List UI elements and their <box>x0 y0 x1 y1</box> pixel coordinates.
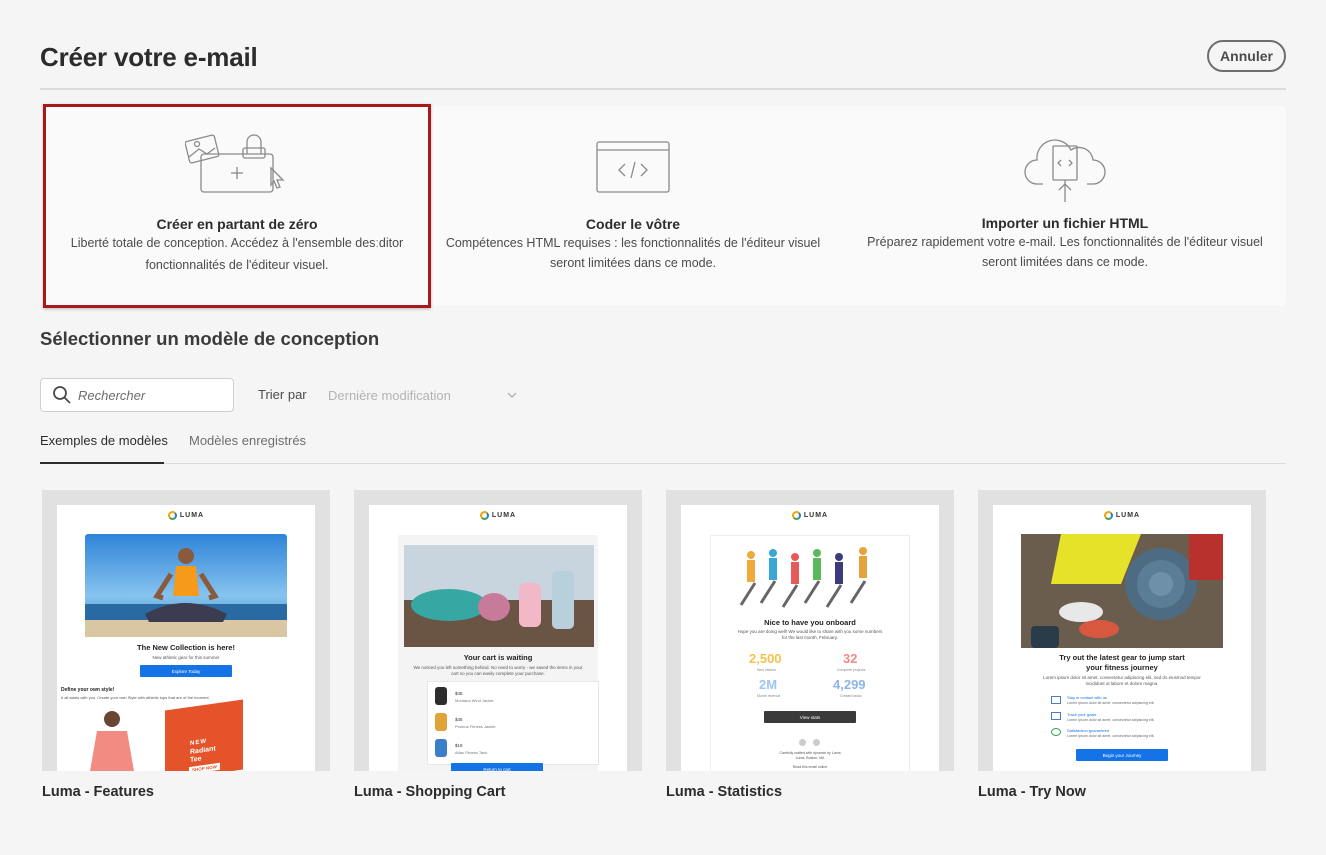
option-title: Créer en partant de zéro <box>156 216 318 232</box>
template-name: Luma - Try Now <box>978 784 1086 800</box>
stat-value: 2M <box>759 677 778 692</box>
search-icon <box>53 386 71 404</box>
stat-label: Created tasks <box>840 694 862 698</box>
template-thumbnail[interactable]: LUMA Try out the latest gear to jump sta… <box>978 490 1266 771</box>
cloud-upload-icon <box>1024 139 1106 202</box>
template-name: Luma - Features <box>42 784 154 800</box>
stat-label: Month revenue <box>757 694 781 698</box>
tshirt-model-image <box>90 711 134 771</box>
stat-value: 32 <box>843 651 858 666</box>
creation-options: Créer en partant de zéro Liberté totale … <box>40 104 1286 308</box>
email-cta: Return to cart <box>451 763 543 771</box>
search-input[interactable] <box>78 387 228 403</box>
option-import-html[interactable]: Importer un fichier HTML Préparez rapide… <box>850 106 1280 306</box>
email-subline: New athletic gear for this summer <box>152 655 220 660</box>
stat-label: Complete projects <box>837 668 866 672</box>
stat-label: New visitors <box>757 668 776 672</box>
stat-value: 2,500 <box>749 651 782 666</box>
template-name: Luma - Shopping Cart <box>354 784 506 800</box>
option-description: Compétences HTML requises : les fonction… <box>445 236 821 250</box>
email-preview: LUMA The New Collection is here! New ath… <box>57 505 315 771</box>
email-headline: The New Collection is here! <box>137 643 235 652</box>
option-title: Coder le vôtre <box>585 216 681 232</box>
email-headline: Your cart is waiting <box>463 653 533 662</box>
template-card-features[interactable]: LUMA The New Collection is here! New ath… <box>42 490 330 800</box>
option-description: fonctionnalités de l'éditeur visuel. <box>145 258 329 272</box>
template-thumbnail[interactable]: LUMA The New Collection is here! New ath… <box>42 490 330 771</box>
option-description: Préparez rapidement votre e-mail. Les fo… <box>867 235 1263 249</box>
email-cta: Explore Today <box>140 665 232 677</box>
option-description: seront limitées dans ce mode. <box>981 255 1149 269</box>
email-subline: We noticed you left something behind. No… <box>413 665 583 676</box>
luma-logo: LUMA <box>369 511 627 520</box>
email-headline: your fitness journey <box>1086 663 1158 672</box>
tabs-divider <box>40 463 1286 464</box>
page-title: Créer votre e-mail <box>40 42 258 72</box>
section-title: Sélectionner un modèle de conception <box>40 328 380 349</box>
luma-logo: LUMA <box>57 511 315 520</box>
template-card-shopping-cart[interactable]: LUMA Your cart is waiting We noticed you… <box>354 490 642 800</box>
luma-logo: LUMA <box>681 511 939 520</box>
header-divider <box>40 88 1286 90</box>
design-canvas-icon <box>185 134 285 193</box>
email-subline: Lorem ipsum dolor sit amet, consectetur … <box>1043 675 1201 686</box>
sort-value: Dernière modification <box>328 387 451 403</box>
option-title: Importer un fichier HTML <box>981 215 1149 231</box>
template-name: Luma - Statistics <box>666 784 783 800</box>
tab-sample-templates[interactable]: Exemples de modèles <box>40 433 168 448</box>
option-code-your-own[interactable]: Coder le vôtre Compétences HTML requises… <box>438 106 828 306</box>
promo-banner: NEW Radiant Tee SHOP NOW <box>165 699 243 771</box>
stat-value: 4,299 <box>833 677 866 692</box>
sort-dropdown[interactable]: Dernière modification <box>328 384 518 406</box>
template-card-try-now[interactable]: LUMA Try out the latest gear to jump sta… <box>978 490 1266 800</box>
option-description: Liberté totale de conception. Accédez à … <box>70 236 404 250</box>
code-window-icon <box>596 141 670 193</box>
email-preview: LUMA Try out the latest gear to jump sta… <box>993 505 1251 771</box>
template-thumbnail[interactable]: LUMA Your cart is waiting We noticed you… <box>354 490 642 771</box>
create-email-dialog: Créer votre e-mail Annuler Créer en part… <box>0 0 1326 855</box>
active-tab-indicator <box>40 462 164 464</box>
email-preview: LUMA Nice to have you onboard Hope you a… <box>681 505 939 771</box>
cancel-button[interactable]: Annuler <box>1207 40 1286 72</box>
search-field[interactable] <box>40 378 234 412</box>
email-headline: Nice to have you onboard <box>764 618 856 627</box>
email-section-head: Define your own style! <box>61 687 115 693</box>
fitness-gear-image <box>1021 534 1223 648</box>
runners-illustration <box>739 547 867 608</box>
email-section-text: It all starts with you. Create your own … <box>61 695 209 700</box>
email-cta: View stats <box>764 711 856 723</box>
sort-label: Trier par <box>258 387 307 402</box>
yoga-mats-image <box>404 545 594 647</box>
email-headline: Try out the latest gear to jump start <box>1059 653 1185 662</box>
email-cta: Begin your Journey <box>1076 749 1168 761</box>
option-create-from-scratch[interactable]: Créer en partant de zéro Liberté totale … <box>43 104 431 308</box>
template-thumbnail[interactable]: LUMA Nice to have you onboard Hope you a… <box>666 490 954 771</box>
template-card-statistics[interactable]: LUMA Nice to have you onboard Hope you a… <box>666 490 954 800</box>
chevron-down-icon <box>507 392 517 398</box>
template-tabs: Exemples de modèles Modèles enregistrés <box>40 432 1286 466</box>
luma-logo: LUMA <box>993 511 1251 520</box>
option-description: seront limitées dans ce mode. <box>549 256 717 270</box>
tab-saved-templates[interactable]: Modèles enregistrés <box>189 433 306 448</box>
email-subline: Hope you are doing well! We would like t… <box>737 629 883 640</box>
yoga-hero-image <box>85 534 287 637</box>
email-preview: LUMA Your cart is waiting We noticed you… <box>369 505 627 771</box>
